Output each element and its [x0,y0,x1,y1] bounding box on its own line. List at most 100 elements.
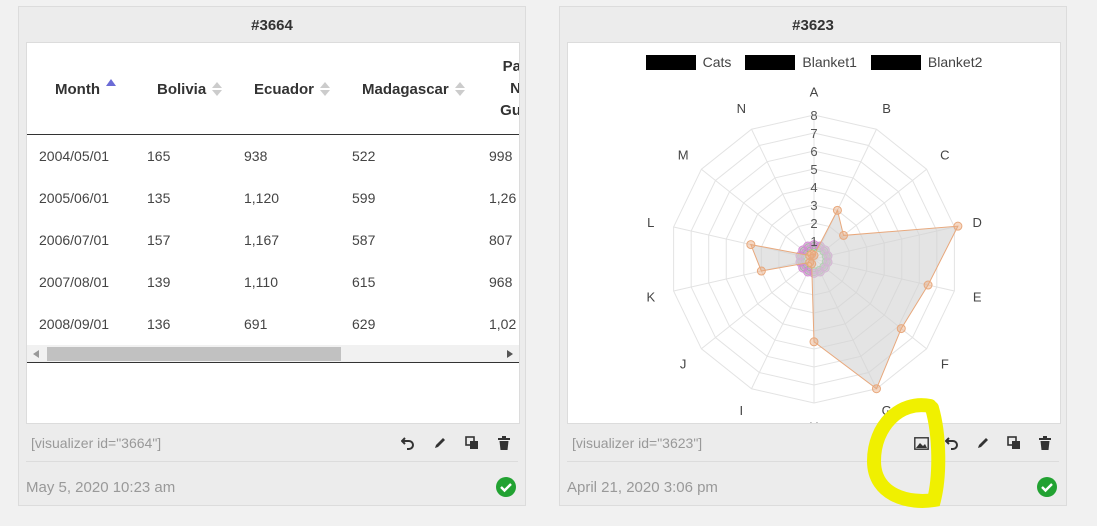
table-cell: 998 [489,148,513,164]
table-cell: 1,26 [489,190,517,206]
series-area [750,208,959,390]
table-cell: 2005/06/01 [39,190,110,206]
th-label: Gu [500,102,520,119]
table-cell: 968 [489,274,513,290]
r-tick-label: 8 [810,108,817,123]
copy-icon[interactable] [1005,434,1023,452]
axis-label: H [809,419,818,424]
grid-spoke [751,129,815,260]
axis-label: M [678,148,689,163]
data-point [807,249,817,259]
data-point [953,221,963,231]
axis-label: L [647,215,654,230]
check-circle-icon [1037,477,1057,497]
th-madagascar[interactable]: Madagascar [362,43,465,135]
scroll-right-icon[interactable] [507,350,513,358]
table-cell: 615 [352,274,376,290]
shortcode[interactable]: [visualizer id="3623"] [572,435,702,451]
card-title: #3623 [792,17,834,34]
table-cell: 139 [147,274,171,290]
table-header: Month Bolivia Ecuador Madagascar Pa N Gu [27,43,520,135]
r-tick-label: 3 [810,198,817,213]
th-bolivia[interactable]: Bolivia [157,43,223,135]
card-actions [399,434,513,452]
th-month[interactable]: Month [55,43,116,135]
grid-spoke [751,258,815,389]
horizontal-scrollbar[interactable] [27,345,519,363]
pencil-icon[interactable] [974,434,992,452]
th-label: Bolivia [157,80,207,98]
card-date: May 5, 2020 10:23 am [26,479,176,496]
table-cell: 135 [147,190,171,206]
table-cell: 1,167 [244,232,280,248]
th-label: N [510,80,520,97]
data-point [832,205,842,215]
table-cell: 2004/05/01 [39,148,110,164]
table-cell: 2007/08/01 [39,274,110,290]
table-cell: 136 [147,316,171,332]
data-point [746,240,756,250]
scroll-thumb[interactable] [47,347,341,361]
copy-icon[interactable] [463,434,481,452]
sort-icon [212,82,223,96]
data-point [809,337,819,347]
sort-icon [320,82,331,96]
table-cell: 1,110 [244,274,278,290]
axis-label: N [737,101,746,116]
r-tick-label: 5 [810,162,817,177]
th-label: Madagascar [362,80,449,98]
sort-icon [454,82,465,96]
table-cell: 2008/09/01 [39,316,110,332]
th-papua-new-guinea[interactable]: Pa N Gu [497,43,520,135]
data-point [756,266,766,276]
divider [567,461,1059,462]
table-row: 2007/08/01 139 1,110 615 968 [27,261,519,303]
trash-icon[interactable] [1036,434,1054,452]
data-point [871,384,881,394]
data-point [839,230,849,240]
r-tick-label: 4 [810,180,817,195]
table-cell: 1,120 [244,190,280,206]
table-cell: 691 [244,316,268,332]
axis-label: A [810,85,819,100]
axis-label: B [882,101,891,116]
axis-label: F [941,356,949,371]
highlight-annotation [866,398,946,508]
table-row: 2006/07/01 157 1,167 587 807 [27,219,519,261]
table-row: 2008/09/01 136 691 629 1,02 [27,303,519,345]
divider [26,461,518,462]
data-point [923,280,933,290]
trash-icon[interactable] [495,434,513,452]
r-tick-label: 2 [810,216,817,231]
scroll-left-icon[interactable] [33,350,39,358]
r-tick-label: 7 [810,126,817,141]
table-panel: Month Bolivia Ecuador Madagascar Pa N Gu [26,42,520,424]
undo-icon[interactable] [399,434,417,452]
radar-chart: ABCDEFGHIJKLMN12345678 [646,85,982,424]
axis-label: J [680,356,687,371]
table-row: 2004/05/01 165 938 522 998 [27,135,519,177]
th-label: Ecuador [254,80,315,98]
th-label: Pa [502,58,520,75]
th-ecuador[interactable]: Ecuador [254,43,331,135]
check-circle-icon [496,477,516,497]
pencil-icon[interactable] [431,434,449,452]
chart-card-3623: #3623 Cats Blanket1 Blanket2 ABCDEFGHIJK… [559,6,1067,506]
table-cell: 2006/07/01 [39,232,110,248]
chart-card-3664: #3664 Month Bolivia Ecuador Madagascar P… [18,6,526,506]
chart-panel: Cats Blanket1 Blanket2 ABCDEFGHIJKLMN123… [567,42,1061,424]
table-cell: 522 [352,148,376,164]
r-tick-label: 1 [810,234,817,249]
axis-label: E [973,289,982,304]
table-cell: 165 [147,148,171,164]
card-title: #3664 [251,17,293,34]
table-cell: 629 [352,316,376,332]
table-cell: 157 [147,232,171,248]
table-cell: 807 [489,232,513,248]
table-cell: 599 [352,190,376,206]
table-cell: 587 [352,232,376,248]
shortcode[interactable]: [visualizer id="3664"] [31,435,161,451]
axis-label: C [940,148,949,163]
sort-asc-icon [105,78,116,86]
th-label: Month [55,80,100,98]
